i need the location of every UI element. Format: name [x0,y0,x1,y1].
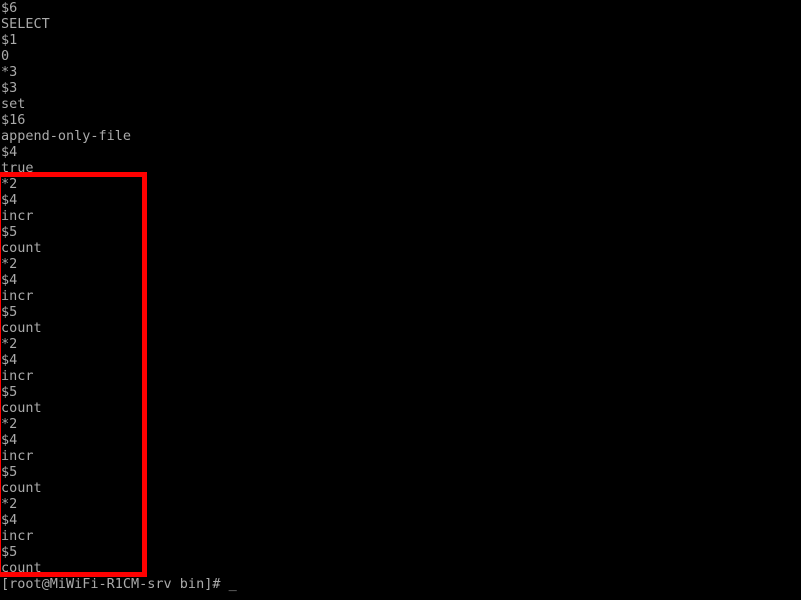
terminal-output-line: SELECT [1,16,50,32]
terminal-output-line: $5 [1,464,18,480]
terminal-output-line: incr [1,528,34,544]
terminal-output-line: $5 [1,384,18,400]
terminal-output: $6 SELECT $1 0 *3 $3 set $16 append-only-file $4 t… [0,0,801,592]
terminal-cursor: _ [228,576,237,592]
terminal-output-line: count [1,240,42,256]
terminal-output-line: $4 [1,144,18,160]
terminal-output-line: *2 [1,416,18,432]
terminal-output-line: $6 [1,0,18,16]
terminal-output-line: $3 [1,80,18,96]
terminal-output-line: incr [1,368,34,384]
terminal-output-line: incr [1,448,34,464]
terminal-output-line: $5 [1,544,18,560]
shell-prompt-text: [root@MiWiFi-R1CM-srv bin]# [1,576,229,592]
terminal-output-line: $1 [1,32,18,48]
terminal-output-line: count [1,480,42,496]
shell-prompt-line[interactable]: [root@MiWiFi-R1CM-srv bin]# _ [0,576,801,592]
terminal-output-line: 0 [1,48,10,64]
terminal-output-line: $16 [1,112,26,128]
terminal-output-line: $5 [1,304,18,320]
terminal-output-line: $4 [1,192,18,208]
terminal-output-line: *2 [1,336,18,352]
terminal-output-line: *2 [1,256,18,272]
terminal-output-line: $4 [1,512,18,528]
terminal-output-line: count [1,400,42,416]
terminal-output-line: *2 [1,176,18,192]
terminal-output-line: $4 [1,272,18,288]
terminal-output-line: $4 [1,352,18,368]
terminal-screen[interactable]: $6 SELECT $1 0 *3 $3 set $16 append-only-file $4 t… [0,0,801,600]
terminal-output-line: set [1,96,26,112]
terminal-output-line: *3 [1,64,18,80]
terminal-output-line: count [1,560,42,576]
terminal-output-line: incr [1,208,34,224]
terminal-output-line: append-only-file [1,128,132,144]
terminal-output-line: incr [1,288,34,304]
terminal-output-line: $5 [1,224,18,240]
terminal-output-line: *2 [1,496,18,512]
terminal-output-line: count [1,320,42,336]
terminal-output-line: $4 [1,432,18,448]
terminal-output-line: true [1,160,34,176]
